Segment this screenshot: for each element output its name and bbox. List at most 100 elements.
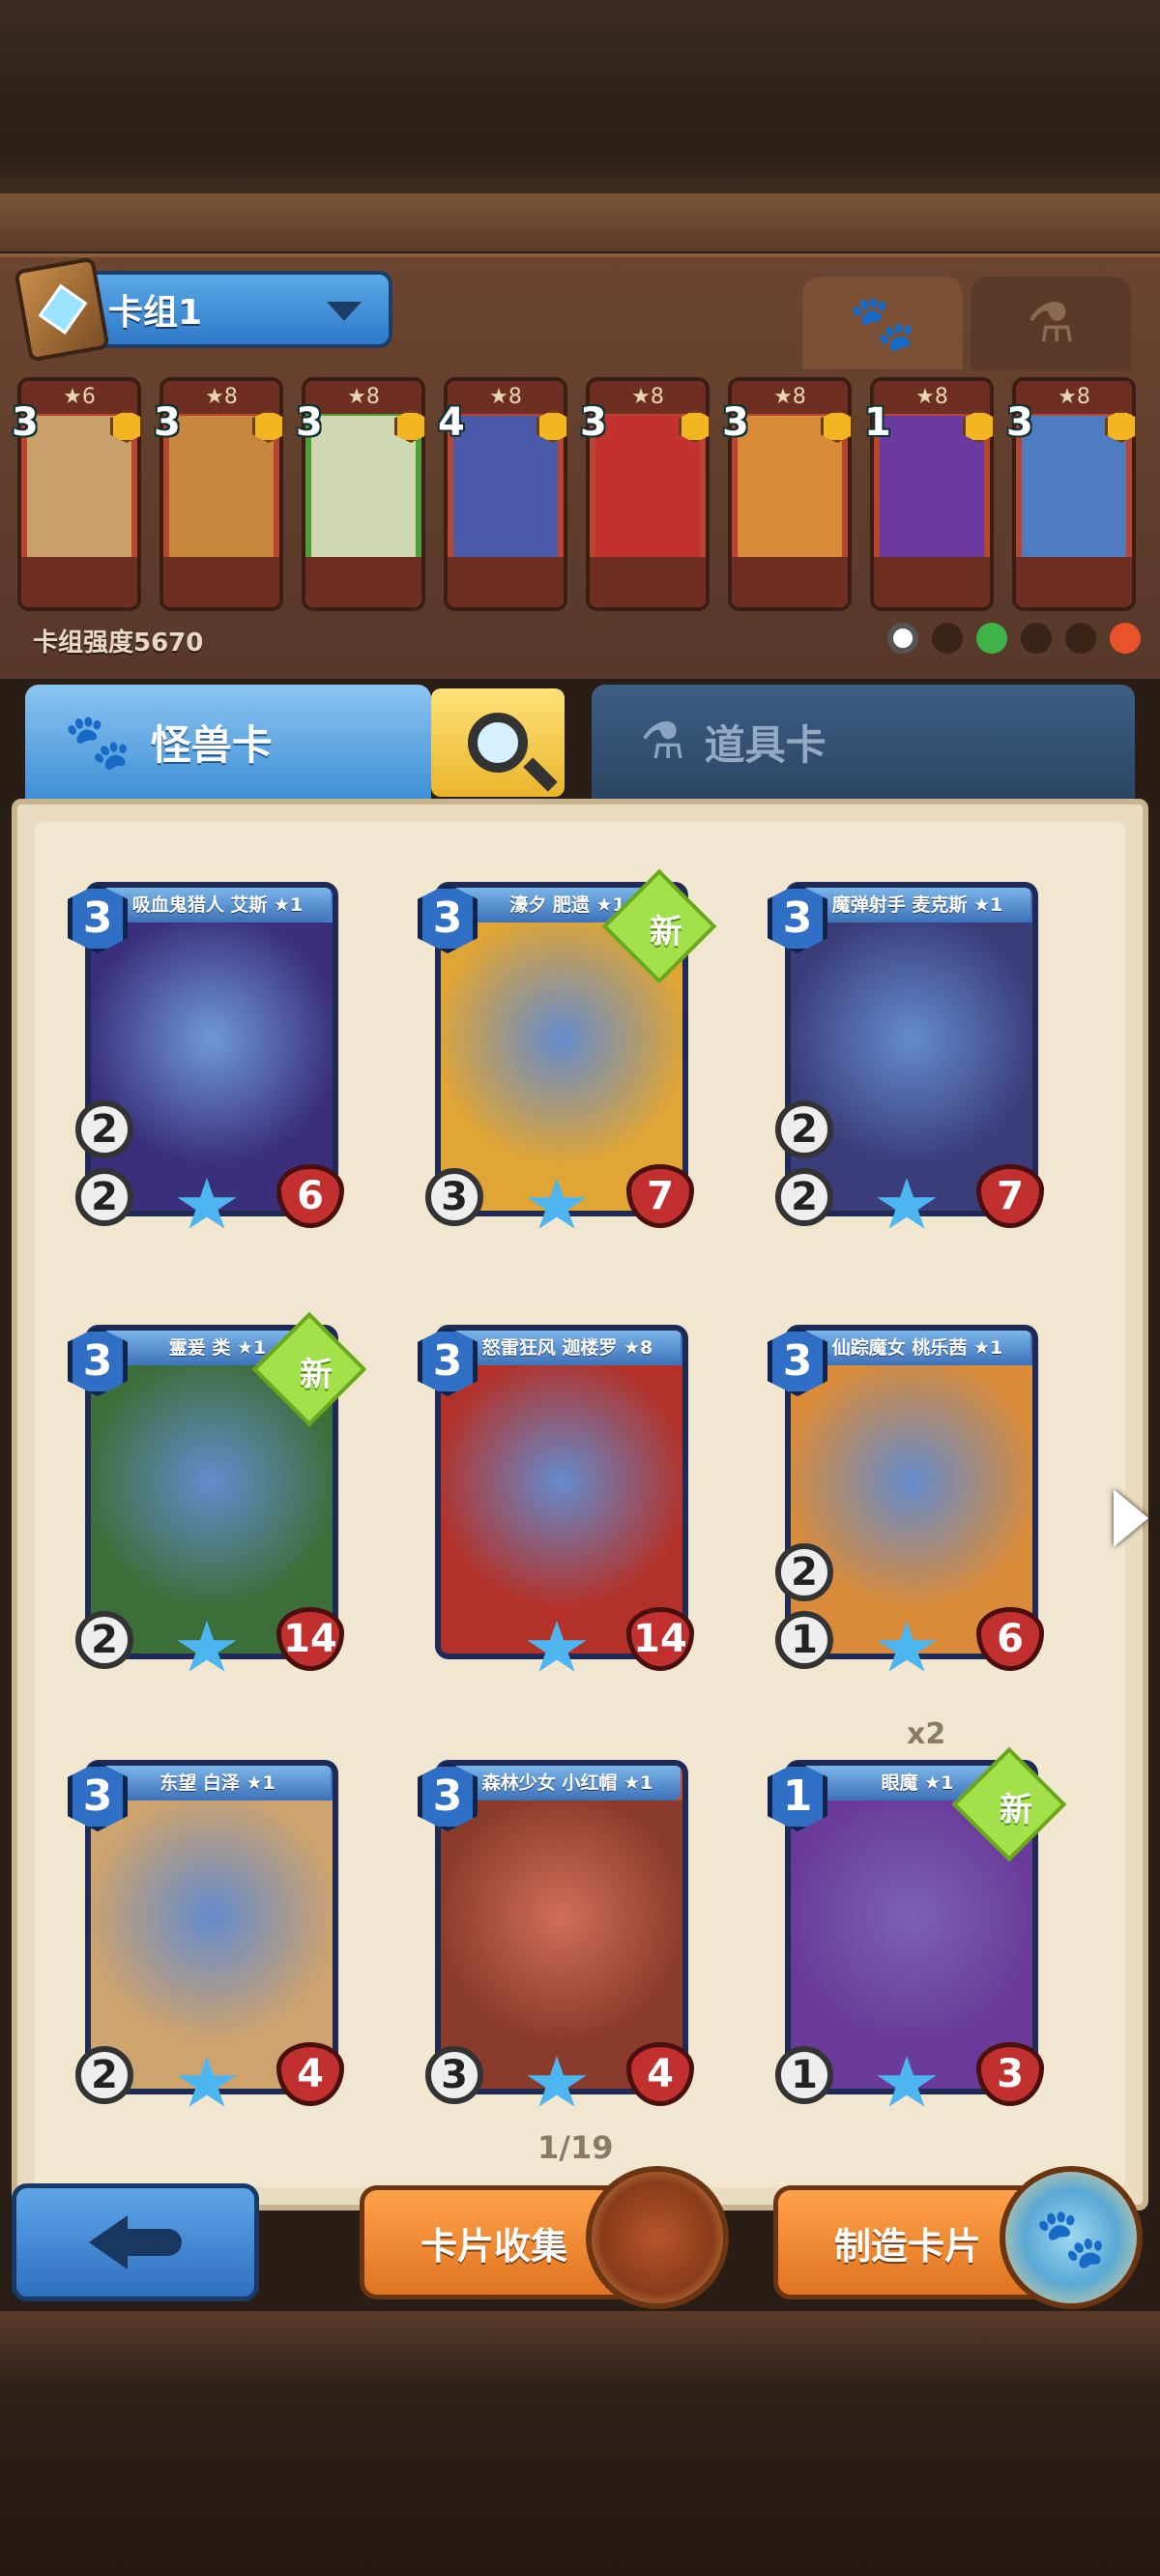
- deck-book-icon: [14, 256, 110, 363]
- card-health: 14: [276, 1607, 344, 1671]
- card-name: 魔弹射手 麦克斯 ★1: [804, 888, 1030, 922]
- deck-card-art: [453, 416, 558, 561]
- tab-monster-deck[interactable]: 🐾: [802, 277, 963, 369]
- monster-card[interactable]: 森林少女 小红帽 ★1 3 3 4: [418, 1760, 694, 2116]
- back-arrow-icon: [89, 2215, 182, 2269]
- back-button[interactable]: [12, 2183, 259, 2301]
- card-attack: 2: [775, 1100, 833, 1158]
- deck-card-strip: ★6 3 ★8 3 ★8 3 ★8 4 ★8 3 ★8 3 ★8 1 ★8 3: [12, 377, 1148, 619]
- card-health: 3: [976, 2042, 1044, 2106]
- deck-card-role-icon: [732, 557, 848, 607]
- deck-card-cost: 3: [296, 400, 323, 445]
- deck-card[interactable]: ★8 3: [296, 377, 427, 611]
- card-attack: 2: [775, 1543, 833, 1601]
- deck-card[interactable]: ★8 4: [438, 377, 569, 611]
- monster-card[interactable]: 仙踪魔女 桃乐茜 ★1 3 2 1 6: [768, 1325, 1044, 1681]
- card-health: 7: [976, 1164, 1044, 1228]
- new-label: 新: [650, 913, 682, 951]
- potion-icon: ⚗: [640, 713, 685, 771]
- bottom-wood-frame: [0, 2311, 1160, 2576]
- deck-selector-dropdown[interactable]: 卡组1: [14, 256, 392, 363]
- card-count: x2: [907, 1717, 946, 1751]
- deck-card-cost: 3: [722, 400, 749, 445]
- search-button[interactable]: [431, 688, 565, 797]
- deck-power: 卡组强度5670: [33, 629, 204, 658]
- card-health: 6: [276, 1164, 344, 1228]
- deck-card-cost: 3: [154, 400, 181, 445]
- card-name: 吸血鬼猎人 艾斯 ★1: [104, 888, 331, 922]
- card-health: 6: [976, 1607, 1044, 1671]
- tab-monster-cards[interactable]: 🐾 怪兽卡: [25, 685, 431, 799]
- deck-card[interactable]: ★8 1: [864, 377, 996, 611]
- tab-item-label: 道具卡: [704, 720, 826, 769]
- card-defense: 2: [775, 1168, 833, 1226]
- chevron-down-icon: [327, 302, 362, 321]
- page-indicator: 1/19: [537, 2129, 614, 2166]
- deck-card-stars: ★6: [21, 381, 137, 414]
- filter-fire-icon[interactable]: [1110, 623, 1141, 654]
- deck-card-stars: ★8: [448, 381, 564, 414]
- deck-card-art: [27, 416, 131, 561]
- deck-card[interactable]: ★8 3: [1006, 377, 1138, 611]
- card-defense: 3: [425, 1168, 483, 1226]
- top-wood-frame: [0, 0, 1160, 251]
- card-collection-icon[interactable]: [586, 2166, 729, 2309]
- tab-item-cards[interactable]: ⚗ 道具卡: [592, 685, 1135, 799]
- filter-beast-icon[interactable]: [1021, 623, 1052, 654]
- card-health: 14: [626, 1607, 694, 1671]
- card-defense: 2: [75, 1168, 133, 1226]
- monster-card[interactable]: 东望 白泽 ★1 3 2 4: [68, 1760, 344, 2116]
- monster-card[interactable]: 眼魔 ★1 1 1 3 新: [768, 1746, 1067, 2116]
- filter-wind-icon[interactable]: [1065, 623, 1096, 654]
- search-icon: [468, 713, 528, 773]
- monster-card[interactable]: 霊爰 类 ★1 3 2 14 新: [68, 1311, 367, 1681]
- filter-nature-icon[interactable]: [976, 623, 1007, 654]
- deck-card-art: [169, 416, 274, 561]
- new-label: 新: [300, 1356, 333, 1394]
- tab-item-deck[interactable]: ⚗: [971, 277, 1131, 369]
- monster-card[interactable]: 濠夕 肥遗 ★1 3 3 7 新: [418, 868, 717, 1238]
- card-attack: 2: [75, 1100, 133, 1158]
- card-health: 4: [626, 2042, 694, 2106]
- deck-card-role-icon: [163, 557, 279, 607]
- card-defense: 3: [425, 2046, 483, 2104]
- deck-card-cost: 3: [580, 400, 607, 445]
- deck-card-cost: 3: [12, 400, 39, 445]
- card-defense: 2: [75, 2046, 133, 2104]
- deck-name: 卡组1: [108, 293, 203, 333]
- tab-monster-label: 怪兽卡: [150, 720, 273, 769]
- deck-card-stars: ★8: [732, 381, 848, 414]
- paw-icon: 🐾: [64, 711, 131, 774]
- deck-card-art: [880, 416, 984, 561]
- craft-card-label: 制造卡片: [834, 2224, 982, 2268]
- element-filter-bar: [887, 623, 1141, 654]
- card-name: 森林少女 小红帽 ★1: [454, 1766, 681, 1800]
- card-collection-label: 卡片收集: [420, 2224, 568, 2268]
- deck-card-stars: ★8: [1016, 381, 1132, 414]
- filter-all-icon[interactable]: [887, 623, 918, 654]
- deck-card[interactable]: ★8 3: [154, 377, 285, 611]
- deck-card[interactable]: ★8 3: [722, 377, 854, 611]
- deck-card-role-icon: [590, 557, 706, 607]
- card-health: 7: [626, 1164, 694, 1228]
- monster-card[interactable]: 怒雷狂风 迦楼罗 ★8 3 14: [418, 1325, 694, 1681]
- card-name: 怒雷狂风 迦楼罗 ★8: [454, 1331, 681, 1365]
- card-health: 4: [276, 2042, 344, 2106]
- deck-card-role-icon: [305, 557, 421, 607]
- card-defense: 2: [75, 1611, 133, 1669]
- monster-card[interactable]: 魔弹射手 麦克斯 ★1 3 2 2 7: [768, 882, 1044, 1238]
- craft-potion-icon[interactable]: 🐾: [1000, 2166, 1143, 2309]
- deck-card-role-icon: [21, 557, 137, 607]
- deck-card-stars: ★8: [874, 381, 990, 414]
- next-page-arrow-icon[interactable]: [1114, 1489, 1148, 1547]
- deck-card[interactable]: ★6 3: [12, 377, 143, 611]
- deck-card-stars: ★8: [163, 381, 279, 414]
- paw-icon: 🐾: [849, 292, 916, 355]
- card-defense: 1: [775, 1611, 833, 1669]
- deck-card-stars: ★8: [590, 381, 706, 414]
- monster-card[interactable]: 吸血鬼猎人 艾斯 ★1 3 2 2 6: [68, 882, 344, 1238]
- deck-card[interactable]: ★8 3: [580, 377, 711, 611]
- filter-dark-icon[interactable]: [932, 623, 963, 654]
- deck-card-art: [595, 416, 700, 561]
- deck-card-stars: ★8: [305, 381, 421, 414]
